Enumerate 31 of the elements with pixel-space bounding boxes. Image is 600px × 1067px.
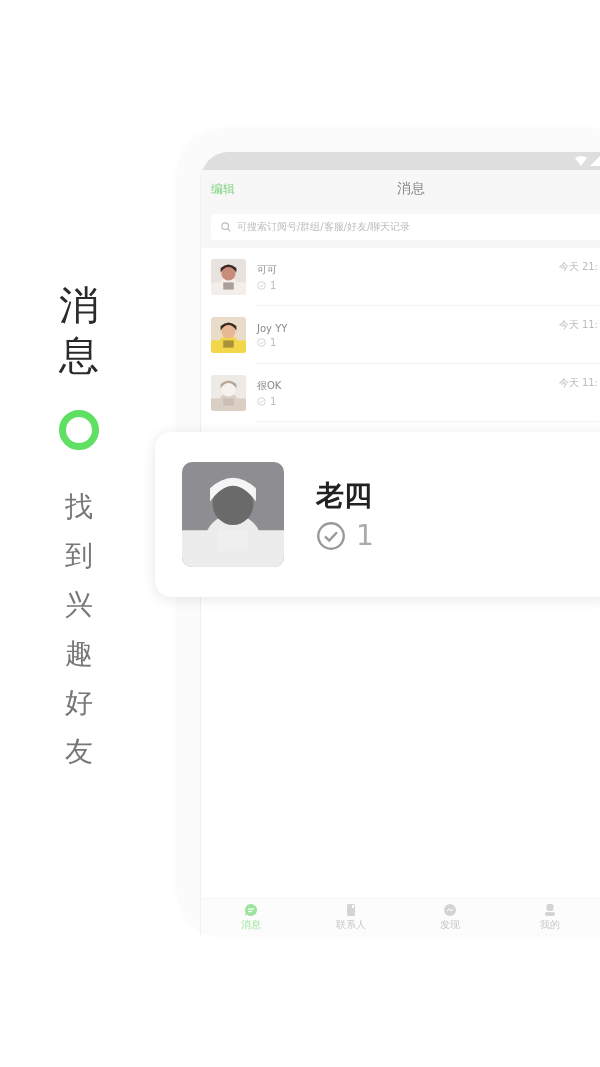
screen-title: 消息: [397, 180, 425, 198]
search-field[interactable]: 可搜索订阅号/群组/客服/好友/聊天记录: [211, 214, 600, 240]
read-count: 1: [270, 336, 277, 348]
contact-name: Joy YY: [257, 322, 289, 334]
message-time: 今天 21:: [558, 260, 598, 274]
read-count: 1: [270, 280, 277, 291]
chat-row[interactable]: 很OK 1 今天 11:: [201, 364, 600, 422]
read-count: 1: [270, 396, 277, 407]
contact-name: 老四: [316, 478, 373, 514]
search-icon: [221, 222, 231, 232]
chat-row[interactable]: 可可 1 今天 21:: [201, 248, 600, 306]
message-time: 今天 11:: [558, 318, 598, 332]
contact-name: 很OK: [257, 379, 283, 393]
chat-bubble-icon: [243, 902, 258, 917]
person-icon: [543, 902, 558, 917]
ring-icon: [59, 410, 99, 450]
chat-row[interactable]: Joy YY 1 今天 11:: [201, 306, 600, 364]
edit-link[interactable]: 编辑: [211, 180, 235, 198]
check-circle-icon: [257, 281, 266, 290]
contact-name: 可可: [257, 263, 278, 277]
compass-icon: [443, 902, 458, 917]
check-circle-icon: [257, 397, 266, 406]
message-time: 今天 11:: [558, 376, 598, 390]
tagline: 找到兴趣好友: [65, 489, 93, 770]
check-circle-icon: [316, 520, 346, 551]
check-circle-icon: [257, 337, 266, 347]
signal-icon: [590, 156, 600, 166]
read-count: 1: [356, 519, 374, 552]
wifi-icon: [575, 156, 587, 166]
tab[interactable]: 消息: [201, 899, 301, 935]
page-title: 消息: [59, 281, 99, 380]
